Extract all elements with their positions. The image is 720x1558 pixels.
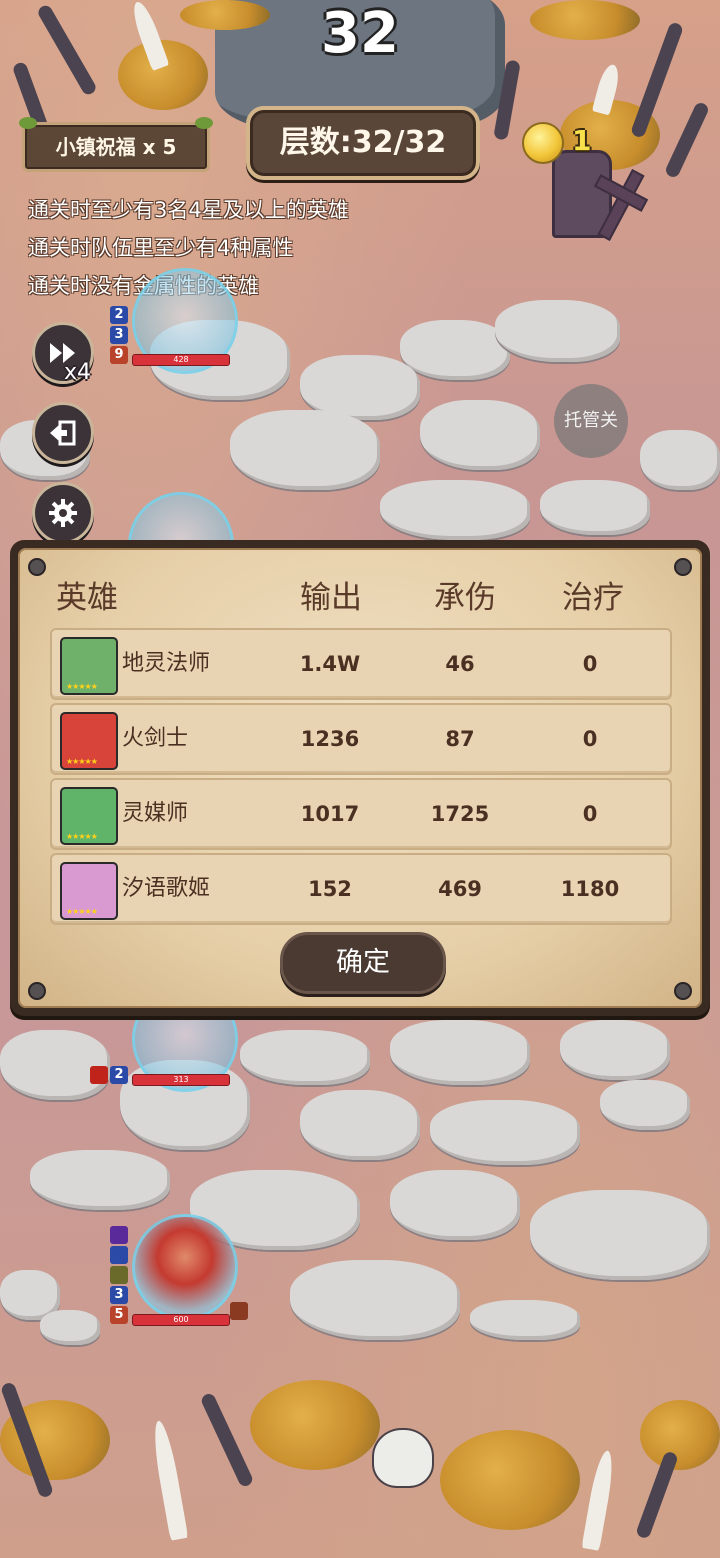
- stone-tile: [290, 1260, 460, 1340]
- level-badge: 5: [110, 1306, 128, 1324]
- bush-decoration: [250, 1380, 380, 1470]
- unit-shield-bubble: [132, 1214, 238, 1320]
- level-badge: 9: [110, 346, 128, 364]
- stone-tile: [240, 1030, 370, 1085]
- header-damage-taken: 承伤: [434, 580, 496, 616]
- stone-tile: [40, 1310, 100, 1345]
- damage-taken-value: 87: [445, 727, 475, 751]
- bush-decoration: [180, 0, 270, 30]
- gear-icon: [49, 499, 77, 527]
- spike-decoration: [199, 1391, 255, 1489]
- damage-taken-value: 1725: [430, 802, 490, 826]
- hp-bar: 600: [132, 1314, 230, 1326]
- element-icon: [110, 1266, 128, 1284]
- spike-decoration: [35, 3, 99, 97]
- rivet-decoration: [674, 558, 692, 576]
- healing-value: 0: [582, 727, 598, 751]
- damage-value: 152: [308, 877, 352, 901]
- floor-indicator: 层数:32/32: [246, 106, 480, 180]
- exit-button[interactable]: [32, 402, 94, 464]
- stone-tile: [300, 1090, 420, 1160]
- stone-tile: [600, 1080, 690, 1130]
- confirm-button[interactable]: 确定: [280, 932, 446, 994]
- hero-portrait: ★★★★★: [60, 712, 118, 770]
- level-badge: 2: [110, 1066, 128, 1084]
- bush-decoration: [530, 0, 640, 40]
- bush-decoration: [440, 1430, 580, 1530]
- town-blessing-badge[interactable]: 小镇祝福 x 5: [19, 117, 213, 172]
- element-icon: [110, 1246, 128, 1264]
- rivet-decoration: [674, 982, 692, 1000]
- skull-decoration: [372, 1428, 434, 1488]
- hero-portrait: ★★★★★: [60, 862, 118, 920]
- tusk-decoration: [581, 1449, 617, 1551]
- stone-tile: [640, 430, 720, 490]
- fire-element-icon: [90, 1066, 108, 1084]
- damage-taken-value: 469: [438, 877, 482, 901]
- shield-icon: [230, 1302, 248, 1320]
- coin-count: 1: [572, 124, 592, 157]
- hero-name: 火剑士: [122, 726, 189, 751]
- hero-name: 汐语歌姬: [122, 876, 211, 901]
- hero-name: 地灵法师: [122, 651, 211, 676]
- damage-value: 1017: [300, 802, 360, 826]
- tusk-decoration: [149, 1419, 189, 1541]
- table-row: ★★★★★ 地灵法师 1.4W 46 0: [50, 628, 672, 700]
- stone-tile: [30, 1150, 170, 1210]
- speed-multiplier: x4: [64, 360, 92, 385]
- damage-taken-value: 46: [445, 652, 475, 676]
- stone-tile: [530, 1190, 710, 1280]
- rivet-decoration: [28, 558, 46, 576]
- coin-icon: [522, 122, 564, 164]
- leaf-icon: [19, 117, 37, 129]
- hero-portrait: ★★★★★: [60, 637, 118, 695]
- table-row: ★★★★★ 灵媒师 1017 1725 0: [50, 778, 672, 850]
- spike-decoration: [663, 100, 711, 180]
- header-hero: 英雄: [56, 580, 118, 616]
- objective-2: 通关时队伍里至少有4种属性: [28, 236, 294, 260]
- healing-value: 0: [582, 802, 598, 826]
- damage-value: 1.4W: [299, 652, 361, 676]
- settings-button[interactable]: [32, 482, 94, 544]
- leaf-icon: [195, 117, 213, 129]
- damage-value: 1236: [300, 727, 360, 751]
- table-row: ★★★★★ 汐语歌姬 152 469 1180: [50, 853, 672, 925]
- stone-tile: [495, 300, 620, 362]
- stone-tile: [230, 410, 380, 490]
- level-badge: 3: [110, 326, 128, 344]
- blessing-label: 小镇祝福 x 5: [55, 135, 177, 159]
- stone-tile: [540, 480, 650, 535]
- table-row: ★★★★★ 火剑士 1236 87 0: [50, 703, 672, 775]
- stone-tile: [400, 320, 510, 380]
- stone-tile: [420, 400, 540, 470]
- stone-tile: [430, 1100, 580, 1165]
- stone-tile: [0, 1030, 110, 1100]
- spike-decoration: [629, 21, 685, 139]
- objective-1: 通关时至少有3名4星及以上的英雄: [28, 198, 349, 222]
- stone-tile: [560, 1020, 670, 1080]
- exit-icon: [50, 420, 76, 446]
- rivet-decoration: [28, 982, 46, 1000]
- header-healing: 治疗: [562, 580, 624, 616]
- hp-bar: 313: [132, 1074, 230, 1086]
- hero-portrait: ★★★★★: [60, 787, 118, 845]
- round-counter: 32: [321, 1, 399, 66]
- healing-value: 0: [582, 652, 598, 676]
- hp-bar: 428: [132, 354, 230, 366]
- stone-tile: [390, 1170, 520, 1240]
- healing-value: 1180: [560, 877, 620, 901]
- auto-battle-button[interactable]: 托管关: [554, 384, 628, 458]
- stone-tile: [380, 480, 530, 540]
- stone-tile: [470, 1300, 580, 1340]
- music-icon: [110, 1226, 128, 1244]
- level-badge: 2: [110, 306, 128, 324]
- hero-name: 灵媒师: [122, 801, 189, 826]
- header-damage: 输出: [300, 580, 362, 616]
- stone-tile: [390, 1020, 530, 1085]
- level-badge: 3: [110, 1286, 128, 1304]
- bush-decoration: [640, 1400, 720, 1470]
